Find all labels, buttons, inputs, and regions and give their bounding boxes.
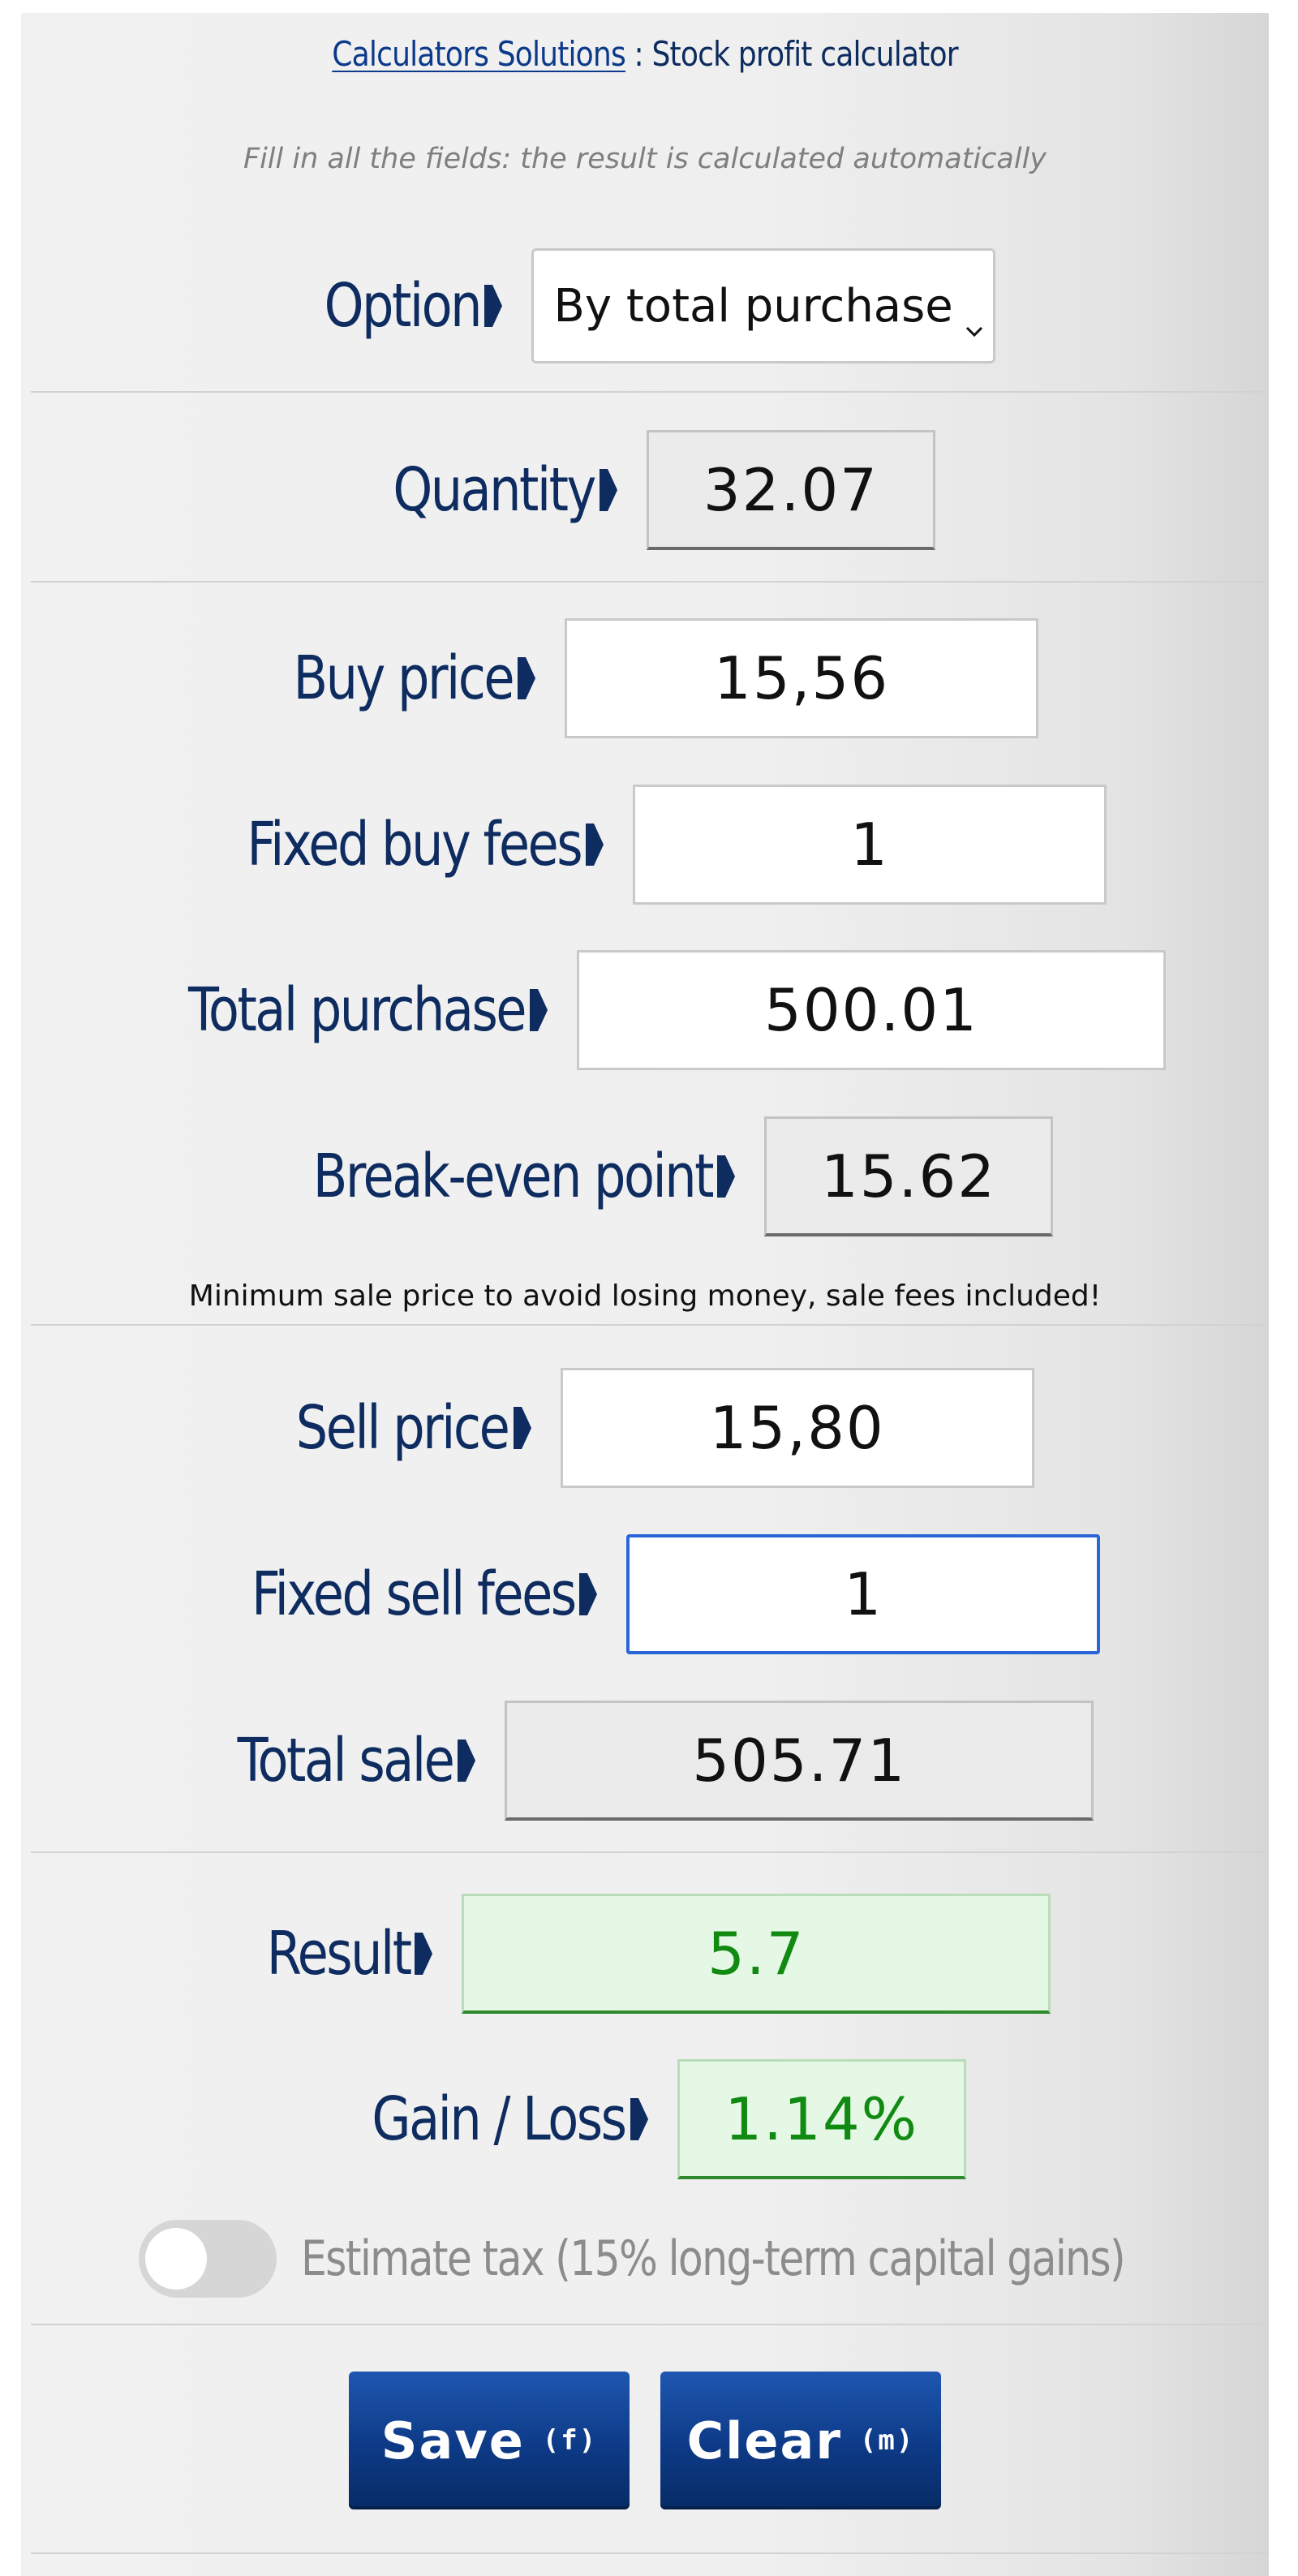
- chevron-down-icon: [965, 296, 983, 349]
- divider: [31, 2324, 1269, 2325]
- divider: [31, 1851, 1269, 1853]
- gain-loss-row: Gain / Loss: [21, 2059, 1269, 2179]
- fixed-buy-fees-field[interactable]: [633, 785, 1107, 905]
- calculators-solutions-link[interactable]: Calculators Solutions: [332, 34, 625, 74]
- estimate-tax-label: Estimate tax (15% long-term capital gain…: [300, 2230, 1126, 2287]
- estimate-tax-row: Estimate tax (15% long-term capital gain…: [21, 2220, 1269, 2298]
- gain-loss-label: Gain / Loss: [372, 2084, 628, 2154]
- break-even-label: Break-even point: [312, 1142, 715, 1211]
- total-purchase-label: Total purchase: [188, 975, 527, 1045]
- fixed-sell-fees-row: Fixed sell fees: [21, 1534, 1269, 1654]
- result-label: Result: [266, 1919, 411, 1989]
- option-select[interactable]: By total purchase: [531, 248, 996, 363]
- calculator-panel: Calculators Solutions : Stock profit cal…: [21, 13, 1269, 2576]
- arrow-right-icon: [530, 989, 548, 1031]
- break-even-field[interactable]: [764, 1116, 1053, 1236]
- buy-price-field[interactable]: [565, 618, 1039, 738]
- option-row: Option By total purchase: [21, 248, 1269, 363]
- result-field[interactable]: [462, 1894, 1051, 2014]
- total-sale-row: Total sale: [21, 1701, 1269, 1821]
- arrow-right-icon: [513, 1407, 531, 1449]
- clear-shortcut: (m): [859, 2424, 915, 2457]
- quantity-label: Quantity: [393, 455, 596, 525]
- divider: [31, 581, 1269, 583]
- arrow-right-icon: [630, 2098, 648, 2140]
- buy-price-label: Buy price: [293, 643, 514, 713]
- arrow-right-icon: [599, 469, 617, 511]
- total-purchase-row: Total purchase: [21, 950, 1269, 1070]
- total-sale-label: Total sale: [237, 1726, 454, 1795]
- save-button[interactable]: Save (f): [349, 2372, 630, 2509]
- divider: [31, 2552, 1269, 2554]
- total-sale-field[interactable]: [505, 1701, 1094, 1821]
- total-purchase-field[interactable]: [577, 950, 1167, 1070]
- sell-price-field[interactable]: [560, 1368, 1034, 1488]
- arrow-right-icon: [586, 824, 604, 866]
- arrow-right-icon: [458, 1740, 476, 1782]
- fixed-buy-fees-row: Fixed buy fees: [21, 785, 1269, 905]
- arrow-right-icon: [717, 1155, 735, 1198]
- quantity-row: Quantity: [21, 430, 1269, 550]
- buy-price-row: Buy price: [21, 618, 1269, 738]
- fixed-buy-fees-label: Fixed buy fees: [247, 810, 582, 879]
- page-title: Stock profit calculator: [651, 34, 958, 74]
- action-buttons: Save (f) Clear (m): [21, 2372, 1269, 2509]
- fixed-sell-fees-field[interactable]: [626, 1534, 1101, 1654]
- toggle-knob: [144, 2228, 207, 2290]
- clear-button-label: Clear: [686, 2410, 842, 2471]
- break-even-row: Break-even point: [21, 1116, 1269, 1236]
- header-separator: :: [625, 34, 652, 74]
- save-button-label: Save: [380, 2410, 525, 2471]
- divider: [31, 1324, 1269, 1326]
- arrow-right-icon: [518, 657, 536, 699]
- gain-loss-field[interactable]: [677, 2059, 966, 2179]
- option-selected-value: By total purchase: [553, 279, 953, 333]
- option-label: Option: [324, 271, 482, 341]
- sell-price-row: Sell price: [21, 1368, 1269, 1488]
- save-shortcut: (f): [542, 2424, 598, 2457]
- break-even-note: Minimum sale price to avoid losing money…: [188, 1279, 1102, 1313]
- sell-price-label: Sell price: [296, 1393, 510, 1463]
- estimate-tax-toggle[interactable]: [138, 2220, 277, 2298]
- quantity-field[interactable]: [646, 430, 935, 550]
- arrow-right-icon: [579, 1573, 598, 1615]
- page-header: Calculators Solutions : Stock profit cal…: [109, 34, 1182, 74]
- arrow-right-icon: [484, 285, 503, 327]
- fixed-sell-fees-label: Fixed sell fees: [251, 1559, 577, 1629]
- clear-button[interactable]: Clear (m): [660, 2372, 941, 2509]
- result-row: Result: [21, 1894, 1269, 2014]
- divider: [31, 391, 1269, 393]
- instructions-text: Fill in all the fields: the result is ca…: [243, 143, 1047, 175]
- arrow-right-icon: [415, 1933, 433, 1975]
